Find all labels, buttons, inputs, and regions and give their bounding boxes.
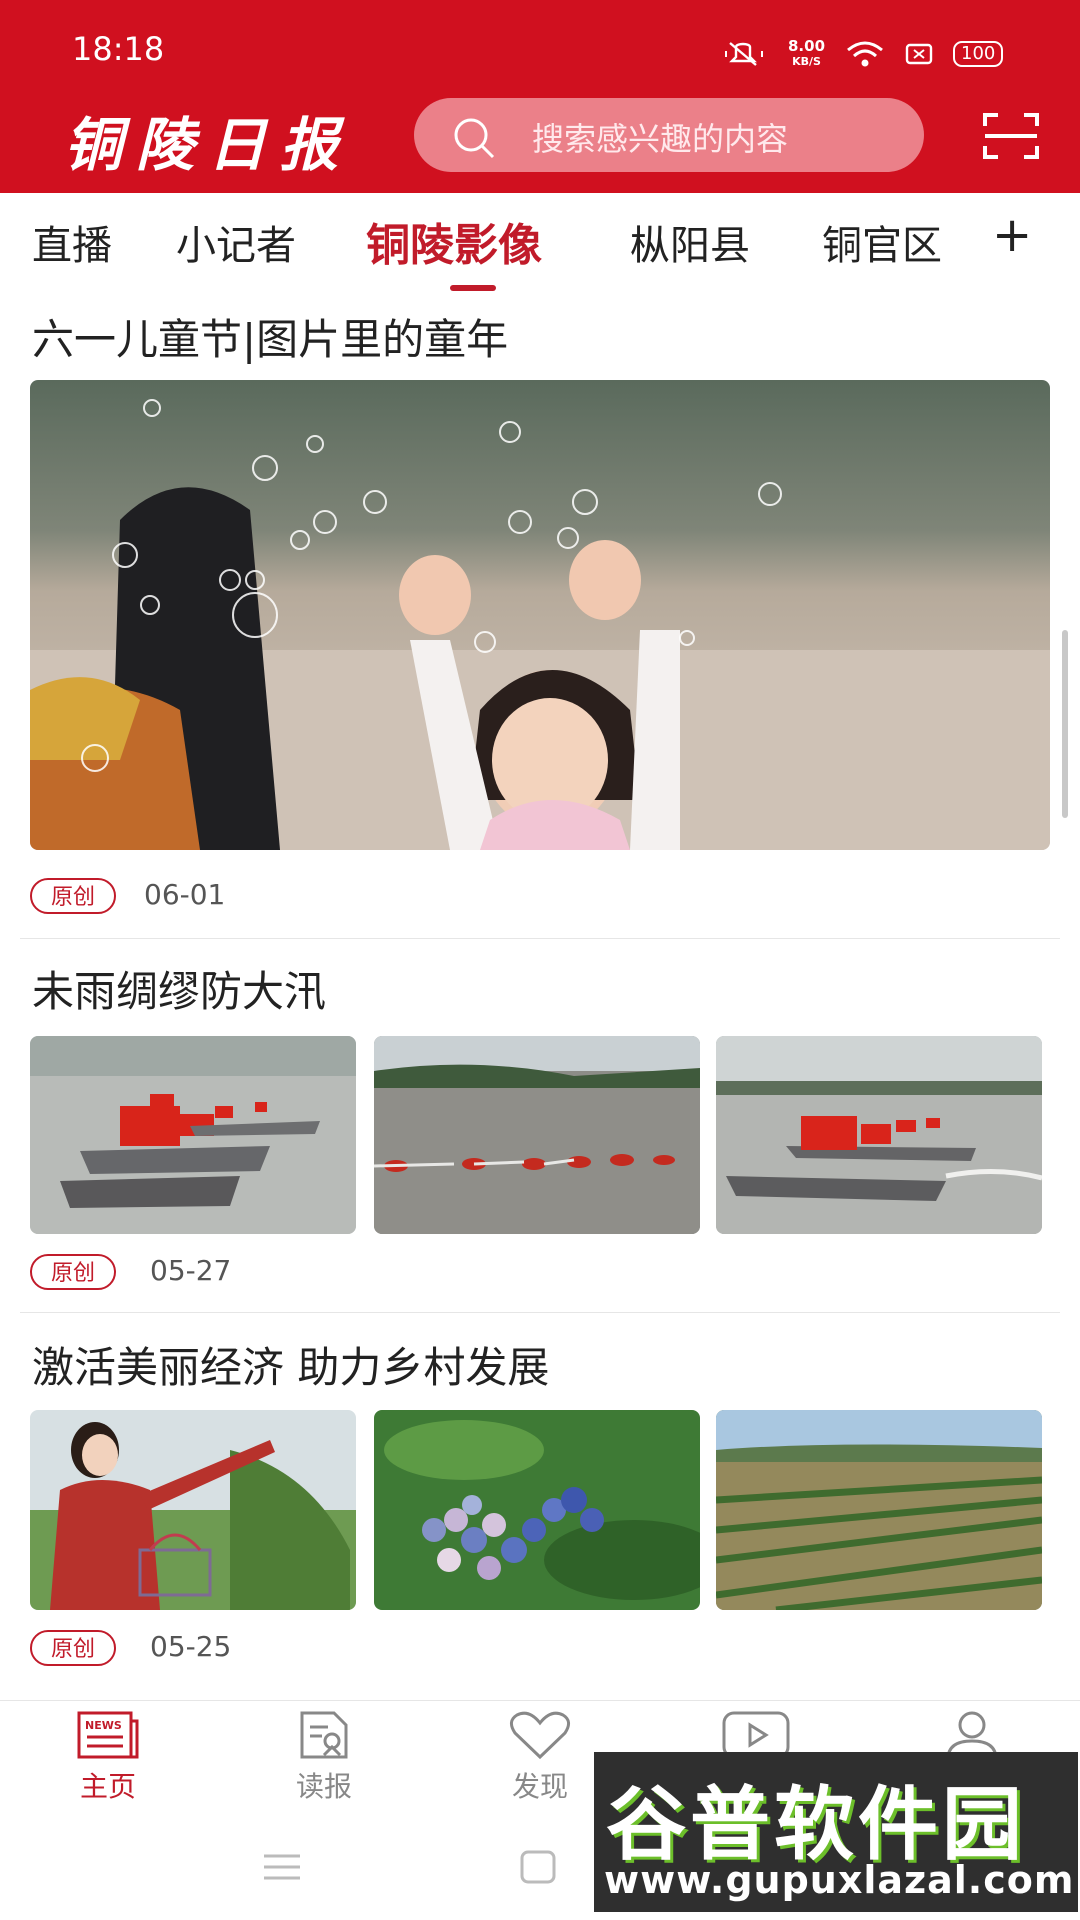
tab-zongyang[interactable]: 枞阳县 — [630, 213, 750, 271]
article-thumbnail[interactable] — [374, 1036, 700, 1234]
scrollbar[interactable] — [1062, 630, 1068, 818]
newspaper-icon — [300, 1711, 348, 1759]
tab-tongling-images[interactable]: 铜陵影像 — [366, 209, 542, 273]
search-icon — [454, 118, 495, 159]
watermark-banner: 谷普软件园 www.gupuxlazal.com — [594, 1752, 1078, 1912]
tab-more-button[interactable]: + — [992, 207, 1032, 263]
wifi-icon — [847, 41, 883, 67]
article-title[interactable]: 未雨绸缪防大汛 — [32, 958, 326, 1019]
nav-discover-label: 发现 — [511, 1770, 568, 1803]
search-bar[interactable]: 搜索感兴趣的内容 — [414, 98, 924, 172]
nav-home[interactable]: NEWS 主页 — [48, 1709, 168, 1805]
heart-icon — [510, 1711, 570, 1760]
watermark-url: www.gupuxlazal.com — [604, 1858, 1075, 1902]
article-thumbnail[interactable] — [374, 1410, 700, 1610]
app-logo: 铜陵日报 — [64, 111, 353, 179]
tab-live[interactable]: 直播 — [32, 213, 112, 271]
article-title[interactable]: 六一儿童节|图片里的童年 — [32, 306, 508, 367]
article-date: 06-01 — [144, 878, 226, 911]
menu-icon[interactable] — [262, 1852, 302, 1882]
home-square-icon[interactable] — [520, 1850, 556, 1884]
article-image[interactable] — [30, 380, 1050, 850]
app-header: 18:18 8.00 KB/S 100 铜陵日报 搜索感兴趣的内容 — [0, 0, 1080, 193]
article-thumbnail[interactable] — [30, 1410, 356, 1610]
tab-reporter[interactable]: 小记者 — [176, 213, 296, 271]
nav-discover[interactable]: 发现 — [480, 1709, 600, 1805]
mute-vibrate-icon — [725, 42, 763, 66]
search-placeholder: 搜索感兴趣的内容 — [532, 120, 789, 158]
article-thumbnail[interactable] — [716, 1036, 1042, 1234]
active-tab-indicator — [450, 285, 496, 291]
nav-home-label: 主页 — [79, 1770, 136, 1803]
tab-tongguan[interactable]: 铜官区 — [822, 213, 942, 271]
article-date: 05-25 — [150, 1630, 232, 1663]
divider — [20, 938, 1060, 939]
network-speed: 8.00 KB/S — [788, 37, 826, 69]
original-badge: 原创 — [30, 1630, 116, 1666]
status-icons: 8.00 KB/S 100 — [724, 36, 1004, 72]
nav-newspaper[interactable]: 读报 — [264, 1709, 384, 1805]
divider — [20, 1312, 1060, 1313]
article-thumbnail[interactable] — [30, 1036, 356, 1234]
article-date: 05-27 — [150, 1254, 232, 1287]
battery-indicator: 100 — [953, 41, 1004, 67]
article-thumbnail[interactable] — [716, 1410, 1042, 1610]
article-title[interactable]: 激活美丽经济 助力乡村发展 — [32, 1334, 549, 1395]
original-badge: 原创 — [30, 878, 116, 914]
nav-newspaper-label: 读报 — [295, 1770, 352, 1803]
status-time: 18:18 — [72, 30, 165, 68]
original-badge: 原创 — [30, 1254, 116, 1290]
scan-icon[interactable] — [982, 112, 1040, 160]
category-tabs: 直播 小记者 铜陵影像 枞阳县 铜官区 + — [0, 193, 1080, 293]
news-icon: NEWS — [77, 1711, 139, 1759]
svg-text:NEWS: NEWS — [85, 1719, 122, 1732]
sim-icon — [905, 43, 933, 65]
